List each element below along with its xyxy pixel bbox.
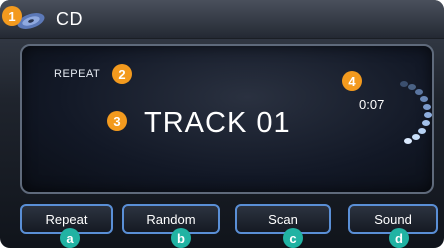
repeat-status: REPEAT xyxy=(54,68,101,80)
callout-3: 3 xyxy=(107,111,127,131)
callout-c: c xyxy=(283,228,303,248)
callout-b: b xyxy=(171,228,191,248)
cd-player-screen: CD REPEAT TRACK 01 0:07 Repeat Random Sc… xyxy=(0,0,444,248)
scan-button[interactable]: Scan xyxy=(235,204,331,234)
track-number: TRACK 01 xyxy=(144,107,291,139)
source-title: CD xyxy=(56,9,83,29)
callout-d: d xyxy=(389,228,409,248)
playback-spinner-icon xyxy=(400,81,432,144)
callout-2: 2 xyxy=(112,64,132,84)
repeat-button-label: Repeat xyxy=(45,211,88,227)
random-button[interactable]: Random xyxy=(122,204,220,234)
sound-button-label: Sound xyxy=(374,211,412,227)
random-button-label: Random xyxy=(146,211,196,227)
callout-4: 4 xyxy=(342,71,362,91)
callout-a: a xyxy=(60,228,80,248)
scan-button-label: Scan xyxy=(268,211,298,227)
callout-1: 1 xyxy=(2,6,22,26)
title-bar: CD xyxy=(0,0,444,39)
